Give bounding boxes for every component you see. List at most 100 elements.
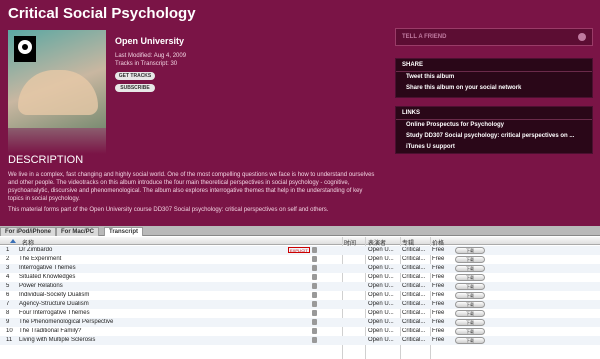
format-tabs: For iPod/iPhone For Mac/PC Transcript bbox=[0, 226, 600, 236]
track-album: Critical... bbox=[402, 328, 426, 334]
album-meta: Open University Last Modified: Aug 4, 20… bbox=[115, 36, 186, 92]
track-number: 9 bbox=[6, 319, 10, 325]
table-row[interactable]: 5 Power Relations Open U... Critical... Free… bbox=[0, 282, 600, 291]
share-panel: SHARE Tweet this album Share this album … bbox=[395, 58, 593, 98]
table-row[interactable]: 2 The Experiment Open U... Critical... Free 下… bbox=[0, 255, 600, 264]
track-name: Interrogative Themes bbox=[19, 265, 76, 271]
track-artist: Open U... bbox=[368, 283, 394, 289]
track-artist: Open U... bbox=[368, 256, 394, 262]
track-price: Free bbox=[432, 265, 445, 271]
track-name: The Phenomenological Perspective bbox=[19, 319, 114, 325]
video-icon bbox=[312, 292, 317, 298]
links-panel: LINKS Online Prospectus for Psychology S… bbox=[395, 106, 593, 154]
download-button[interactable]: 下载 bbox=[455, 328, 485, 335]
track-name: The Traditional Family? bbox=[19, 328, 82, 334]
track-number: 1 bbox=[6, 247, 10, 253]
video-icon bbox=[312, 265, 317, 271]
description-heading: DESCRIPTION bbox=[8, 154, 84, 166]
tab-ipod-iphone[interactable]: For iPod/iPhone bbox=[0, 227, 56, 236]
table-row[interactable]: 1 Dr Zimbardo Open U... Critical... Free EXPL… bbox=[0, 246, 600, 255]
tab-mac-pc[interactable]: For Mac/PC bbox=[56, 227, 100, 236]
download-button[interactable]: 下载 bbox=[455, 274, 485, 281]
table-row[interactable]: 8 Four Interrogative Themes Open U... Criti… bbox=[0, 309, 600, 318]
track-table-header: 名称 时间 表演者 专辑 价格 bbox=[0, 237, 600, 247]
track-name: Situated Knowledges bbox=[19, 274, 76, 280]
explicit-badge: EXPLICIT bbox=[288, 247, 310, 253]
album-title: Critical Social Psychology bbox=[8, 5, 196, 22]
download-button[interactable]: 下载 bbox=[455, 256, 485, 263]
video-icon bbox=[312, 328, 317, 334]
link-itunes-support[interactable]: iTunes U support bbox=[396, 142, 592, 153]
track-artist: Open U... bbox=[368, 337, 394, 343]
table-row[interactable]: 11 Living with Multiple Sclerosis Open U..… bbox=[0, 336, 600, 345]
track-number: 2 bbox=[6, 256, 10, 262]
track-album: Critical... bbox=[402, 283, 426, 289]
video-icon bbox=[312, 301, 317, 307]
video-icon bbox=[312, 256, 317, 262]
table-row[interactable]: 10 The Traditional Family? Open U... Critic… bbox=[0, 327, 600, 336]
track-album: Critical... bbox=[402, 256, 426, 262]
arrow-right-icon bbox=[578, 33, 586, 41]
track-number: 5 bbox=[6, 283, 10, 289]
track-number: 6 bbox=[6, 292, 10, 298]
track-price: Free bbox=[432, 247, 445, 253]
album-author[interactable]: Open University bbox=[115, 36, 186, 46]
track-number: 11 bbox=[6, 337, 13, 343]
track-album: Critical... bbox=[402, 274, 426, 280]
link-prospectus[interactable]: Online Prospectus for Psychology bbox=[396, 120, 592, 131]
download-button[interactable]: 下载 bbox=[455, 283, 485, 290]
track-price: Free bbox=[432, 256, 445, 262]
get-tracks-button[interactable]: GET TRACKS bbox=[115, 72, 155, 80]
subscribe-button[interactable]: SUBSCRIBE bbox=[115, 84, 155, 92]
track-price: Free bbox=[432, 319, 445, 325]
download-button[interactable]: 下载 bbox=[455, 310, 485, 317]
track-album: Critical... bbox=[402, 247, 426, 253]
video-icon bbox=[312, 337, 317, 343]
download-button[interactable]: 下载 bbox=[455, 265, 485, 272]
table-row[interactable]: 3 Interrogative Themes Open U... Critical..… bbox=[0, 264, 600, 273]
track-price: Free bbox=[432, 337, 445, 343]
track-artist: Open U... bbox=[368, 328, 394, 334]
track-name: Living with Multiple Sclerosis bbox=[19, 337, 96, 343]
track-album: Critical... bbox=[402, 292, 426, 298]
track-number: 4 bbox=[6, 274, 10, 280]
table-row[interactable]: 9 The Phenomenological Perspective Open U.… bbox=[0, 318, 600, 327]
track-number: 7 bbox=[6, 301, 10, 307]
track-album: Critical... bbox=[402, 301, 426, 307]
description-para-1: We live in a complex, fast changing and … bbox=[8, 172, 375, 202]
download-button[interactable]: 下载 bbox=[455, 247, 485, 254]
track-album: Critical... bbox=[402, 265, 426, 271]
download-button[interactable]: 下载 bbox=[455, 301, 485, 308]
sort-ascending-icon[interactable] bbox=[10, 239, 16, 243]
share-heading: SHARE bbox=[396, 59, 592, 72]
track-price: Free bbox=[432, 301, 445, 307]
hands-image bbox=[18, 70, 98, 115]
track-artist: Open U... bbox=[368, 310, 394, 316]
track-album: Critical... bbox=[402, 310, 426, 316]
video-icon bbox=[312, 274, 317, 280]
tracks-info: Tracks in Transcript: 30 bbox=[115, 61, 178, 67]
tell-a-friend-label: TELL A FRIEND bbox=[402, 34, 447, 40]
tell-a-friend-button[interactable]: TELL A FRIEND bbox=[395, 28, 593, 46]
open-university-logo-icon bbox=[14, 36, 36, 62]
download-button[interactable]: 下载 bbox=[455, 319, 485, 326]
tab-transcript[interactable]: Transcript bbox=[104, 227, 144, 236]
track-name: Power Relations bbox=[19, 283, 63, 289]
video-icon bbox=[312, 247, 317, 253]
table-row[interactable]: 6 Individual-Society Dualism Open U... Crit… bbox=[0, 291, 600, 300]
share-item-tweet[interactable]: Tweet this album bbox=[396, 72, 592, 83]
video-icon bbox=[312, 310, 317, 316]
download-button[interactable]: 下载 bbox=[455, 337, 485, 344]
link-study-dd307[interactable]: Study DD307 Social psychology: critical … bbox=[396, 131, 592, 142]
table-row[interactable]: 7 Agency-Structure Dualism Open U... Critic… bbox=[0, 300, 600, 309]
table-row[interactable]: 4 Situated Knowledges Open U... Critical...… bbox=[0, 273, 600, 282]
share-item-social[interactable]: Share this album on your social network bbox=[396, 83, 592, 94]
track-name: Dr Zimbardo bbox=[19, 247, 53, 253]
track-artist: Open U... bbox=[368, 274, 394, 280]
track-name: Individual-Society Dualism bbox=[19, 292, 90, 298]
track-price: Free bbox=[432, 292, 445, 298]
video-icon bbox=[312, 319, 317, 325]
download-button[interactable]: 下载 bbox=[455, 292, 485, 299]
track-list: 1 Dr Zimbardo Open U... Critical... Free EXPL… bbox=[0, 246, 600, 345]
track-price: Free bbox=[432, 328, 445, 334]
